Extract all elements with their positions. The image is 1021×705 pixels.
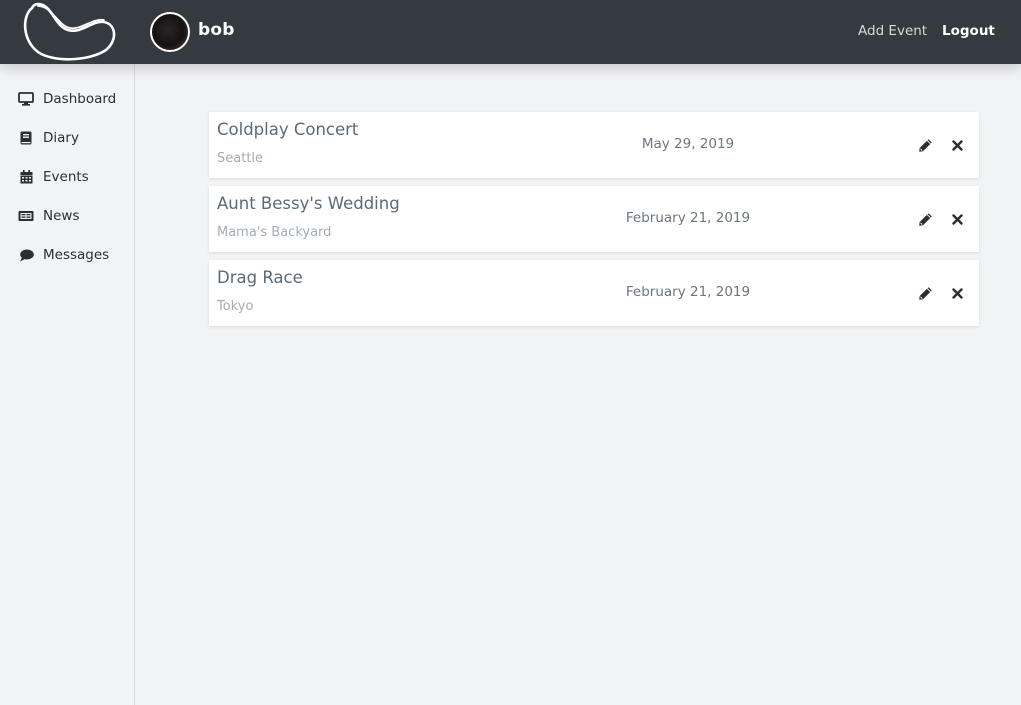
user-avatar[interactable]	[150, 12, 190, 52]
sidebar-item-dashboard[interactable]: Dashboard	[18, 88, 128, 110]
event-card[interactable]: Aunt Bessy's Wedding Mama's Backyard Feb…	[209, 186, 979, 252]
event-location: Tokyo	[217, 299, 254, 314]
username-label: bob	[198, 20, 235, 40]
event-title: Aunt Bessy's Wedding	[217, 194, 400, 213]
logout-link[interactable]: Logout	[942, 23, 995, 39]
bean-logo-icon[interactable]	[18, 0, 122, 64]
event-location: Seattle	[217, 151, 264, 166]
sidebar-item-label: Events	[43, 169, 89, 185]
close-icon[interactable]	[948, 210, 966, 228]
sidebar: Dashboard Diary Events News Messages	[0, 64, 135, 705]
sidebar-item-label: Diary	[43, 130, 79, 146]
comment-icon	[18, 247, 34, 263]
sidebar-item-label: Dashboard	[43, 91, 117, 107]
pencil-icon[interactable]	[916, 210, 934, 228]
event-date: February 21, 2019	[625, 210, 751, 226]
book-icon	[18, 130, 34, 146]
sidebar-item-label: News	[43, 208, 80, 224]
event-title: Coldplay Concert	[217, 120, 359, 139]
sidebar-item-events[interactable]: Events	[18, 166, 128, 188]
sidebar-item-news[interactable]: News	[18, 205, 128, 227]
sidebar-item-diary[interactable]: Diary	[18, 127, 128, 149]
event-card[interactable]: Drag Race Tokyo February 21, 2019	[209, 260, 979, 326]
pencil-icon[interactable]	[916, 136, 934, 154]
pencil-icon[interactable]	[916, 284, 934, 302]
event-card[interactable]: Coldplay Concert Seattle May 29, 2019	[209, 112, 979, 178]
add-event-link[interactable]: Add Event	[858, 23, 927, 39]
top-navbar: bob Add Event Logout	[0, 0, 1021, 64]
close-icon[interactable]	[948, 136, 966, 154]
newspaper-icon	[18, 208, 34, 224]
event-title: Drag Race	[217, 268, 303, 287]
event-location: Mama's Backyard	[217, 225, 332, 240]
desktop-icon	[18, 91, 34, 107]
main-content: Coldplay Concert Seattle May 29, 2019 Au…	[135, 64, 1021, 705]
calendar-icon	[18, 169, 34, 185]
event-date: February 21, 2019	[625, 284, 751, 300]
event-date: May 29, 2019	[641, 136, 735, 152]
close-icon[interactable]	[948, 284, 966, 302]
sidebar-item-label: Messages	[43, 247, 110, 263]
sidebar-item-messages[interactable]: Messages	[18, 244, 128, 266]
